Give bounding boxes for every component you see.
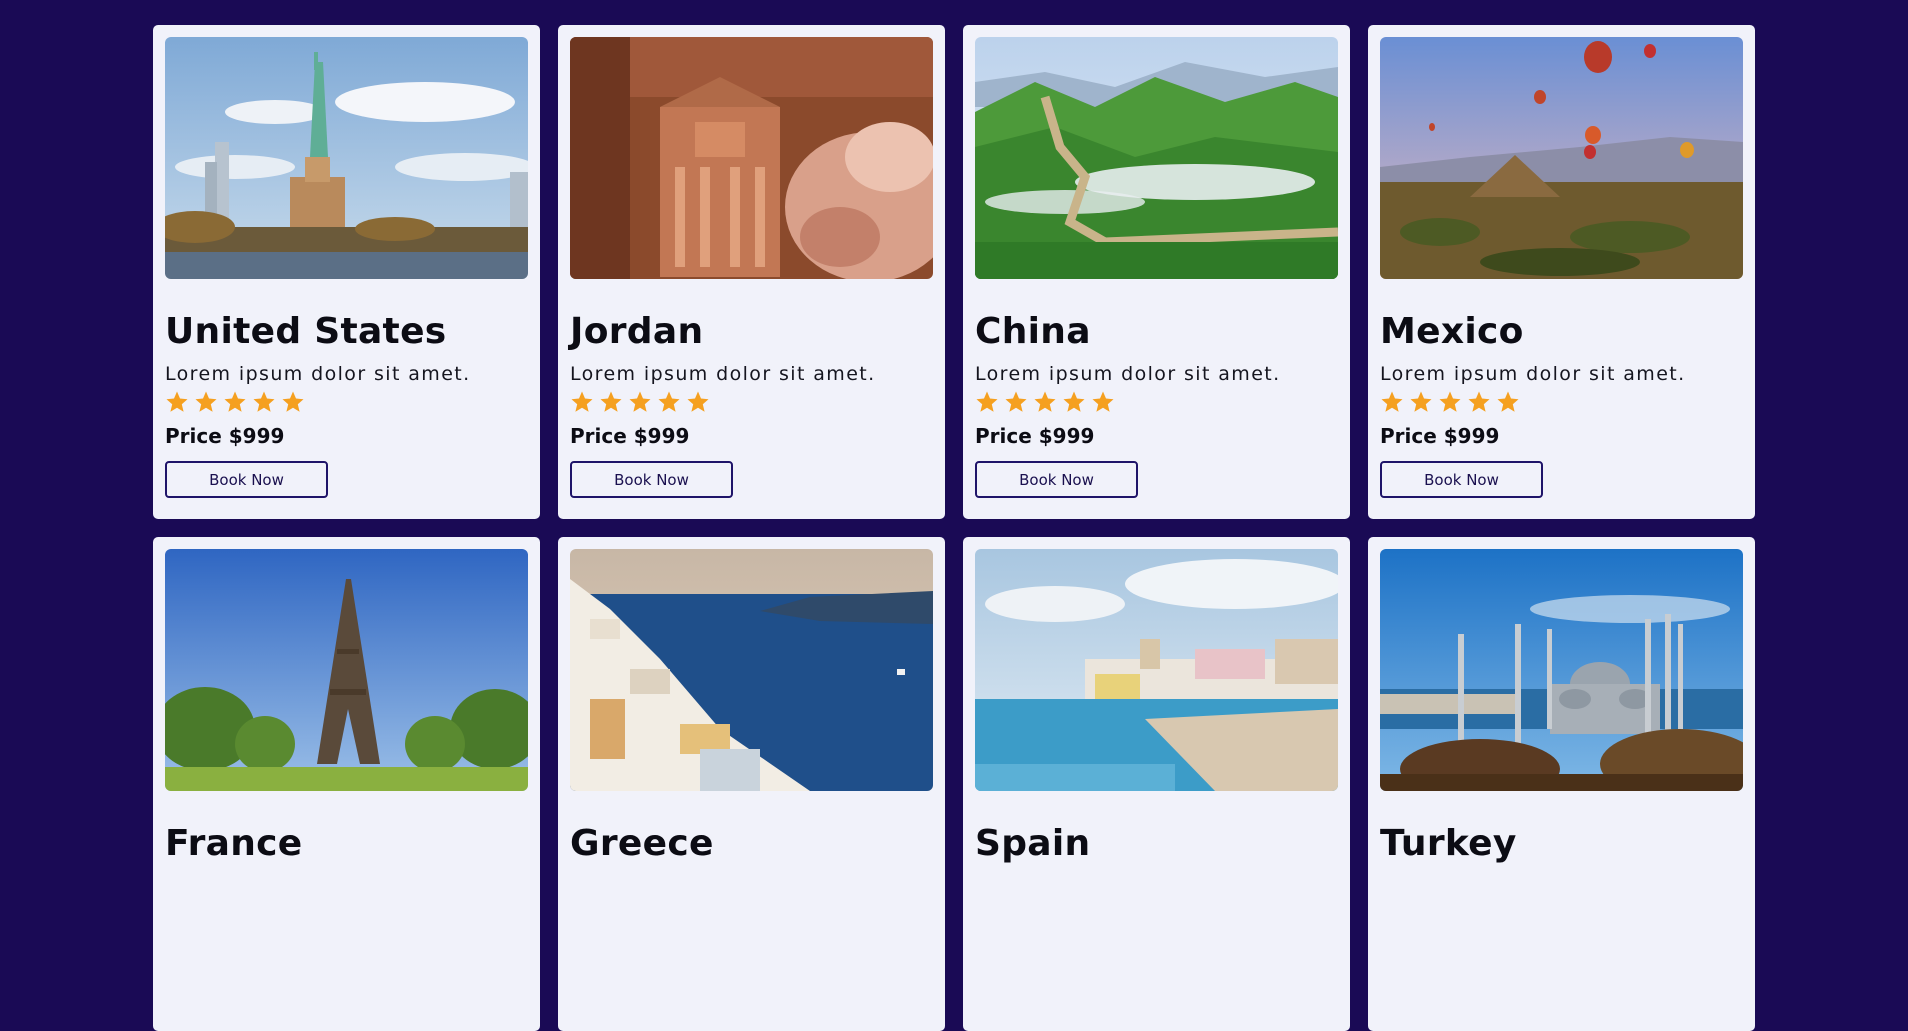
destination-title: France	[165, 823, 303, 864]
star-icon	[166, 391, 188, 412]
destination-card: China Lorem ipsum dolor sit amet. Price …	[963, 25, 1350, 519]
star-icon	[1497, 391, 1519, 412]
star-icon	[1005, 391, 1027, 412]
destination-title: China	[975, 311, 1091, 352]
star-icon	[224, 391, 246, 412]
star-icon	[600, 391, 622, 412]
destination-card: France	[153, 537, 540, 1031]
destination-card: Greece	[558, 537, 945, 1031]
rating-stars	[975, 389, 1338, 415]
destination-title: Spain	[975, 823, 1091, 864]
petra-treasury-image	[570, 37, 933, 279]
star-icon	[658, 391, 680, 412]
destination-title: Greece	[570, 823, 714, 864]
destination-grid: United States Lorem ipsum dolor sit amet…	[153, 25, 1755, 1031]
star-icon	[687, 391, 709, 412]
destination-description: Lorem ipsum dolor sit amet.	[570, 363, 876, 385]
destination-card: Mexico Lorem ipsum dolor sit amet. Price…	[1368, 25, 1755, 519]
blue-mosque-image	[1380, 549, 1743, 791]
star-icon	[629, 391, 651, 412]
destination-description: Lorem ipsum dolor sit amet.	[975, 363, 1281, 385]
book-now-button[interactable]: Book Now	[975, 461, 1138, 498]
beach-town-image	[975, 549, 1338, 791]
star-icon	[1468, 391, 1490, 412]
santorini-image	[570, 549, 933, 791]
star-icon	[976, 391, 998, 412]
destination-card: United States Lorem ipsum dolor sit amet…	[153, 25, 540, 519]
star-icon	[1439, 391, 1461, 412]
book-now-button[interactable]: Book Now	[165, 461, 328, 498]
eiffel-tower-image	[165, 549, 528, 791]
price-label: Price $999	[165, 424, 285, 448]
great-wall-image	[975, 37, 1338, 279]
star-icon	[1034, 391, 1056, 412]
teotihuacan-balloons-image	[1380, 37, 1743, 279]
star-icon	[1381, 391, 1403, 412]
star-icon	[1063, 391, 1085, 412]
star-icon	[1092, 391, 1114, 412]
star-icon	[282, 391, 304, 412]
star-icon	[253, 391, 275, 412]
price-label: Price $999	[1380, 424, 1500, 448]
destination-title: Jordan	[570, 311, 704, 352]
price-label: Price $999	[975, 424, 1095, 448]
destination-card: Jordan Lorem ipsum dolor sit amet. Price…	[558, 25, 945, 519]
star-icon	[1410, 391, 1432, 412]
destination-title: Turkey	[1380, 823, 1517, 864]
destination-description: Lorem ipsum dolor sit amet.	[1380, 363, 1686, 385]
rating-stars	[1380, 389, 1743, 415]
destination-card: Spain	[963, 537, 1350, 1031]
star-icon	[195, 391, 217, 412]
price-label: Price $999	[570, 424, 690, 448]
book-now-button[interactable]: Book Now	[570, 461, 733, 498]
destination-description: Lorem ipsum dolor sit amet.	[165, 363, 471, 385]
book-now-button[interactable]: Book Now	[1380, 461, 1543, 498]
destination-card: Turkey	[1368, 537, 1755, 1031]
rating-stars	[165, 389, 528, 415]
star-icon	[571, 391, 593, 412]
rating-stars	[570, 389, 933, 415]
destination-title: United States	[165, 311, 447, 352]
statue-of-liberty-image	[165, 37, 528, 279]
destination-title: Mexico	[1380, 311, 1524, 352]
